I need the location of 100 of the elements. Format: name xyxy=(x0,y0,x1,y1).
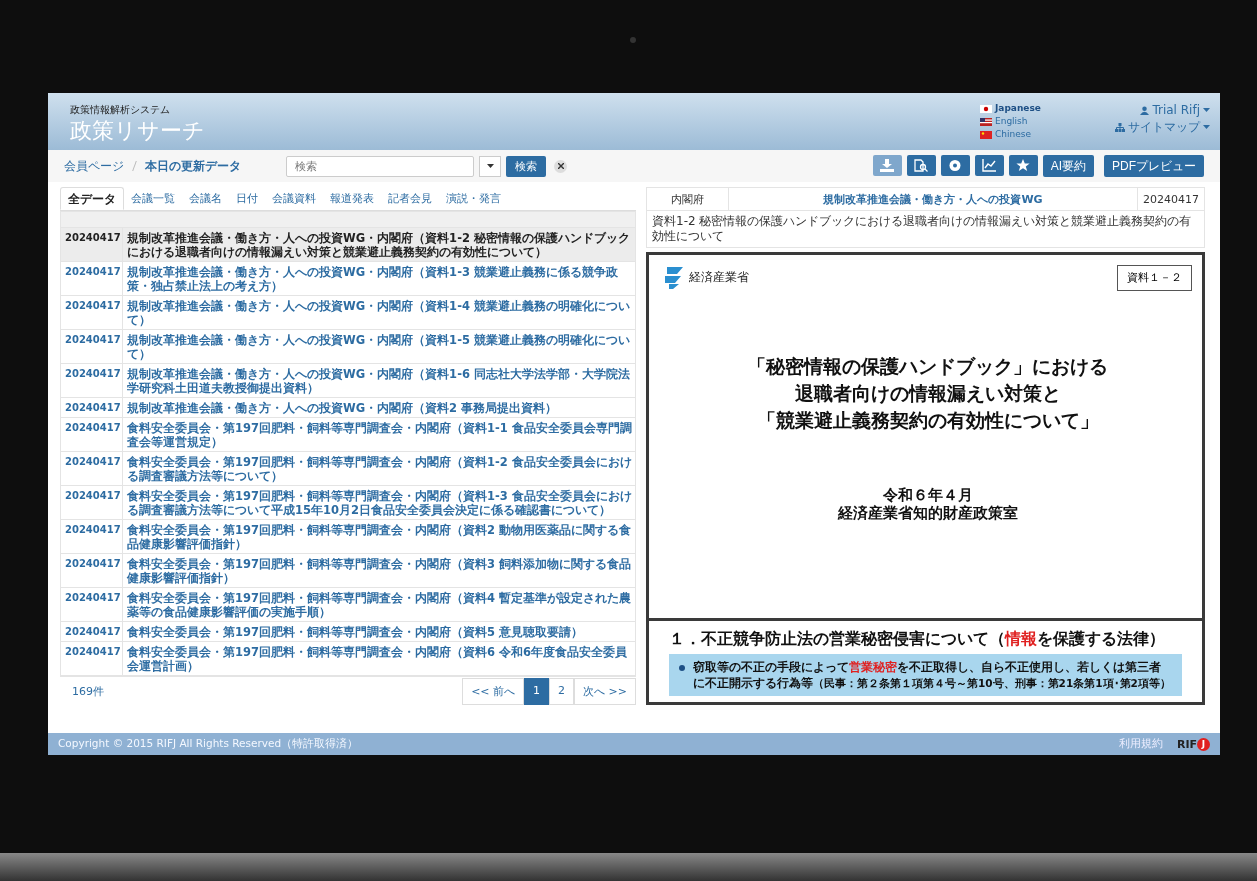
close-icon xyxy=(557,163,564,169)
breadcrumb-link[interactable]: 会員ページ xyxy=(64,157,124,175)
copyright-text: Copyright © 2015 RIFJ All Rights Reserved（特許取得済） xyxy=(58,737,359,751)
result-row[interactable]: 20240417 規制改革推進会議・働き方・人への投資WG・内閣府（資料1-5 競業避止義務の明確化について） xyxy=(61,330,635,364)
page-link[interactable]: 1 xyxy=(524,677,550,705)
date-cell: 20240417 xyxy=(61,398,123,417)
date-cell: 20240417 xyxy=(61,262,123,295)
title-cell-text: 食料安全委員会・第197回肥料・飼料等専門調査会・内閣府（資料5 意見聴取要請） xyxy=(126,624,584,641)
document-number: 資料１－２ xyxy=(1117,265,1192,291)
app-subtitle: 政策情報解析システム xyxy=(70,103,171,117)
result-row[interactable]: 20240417 食料安全委員会・第197回肥料・飼料等専門調査会・内閣府（資料1-2 食品安全委員会における調査審議方法等について） xyxy=(61,452,635,486)
language-link[interactable]: Japanese xyxy=(980,102,1115,115)
title-cell-text: 規制改革推進会議・働き方・人への投資WG・内閣府（資料1-2 秘密情報の保護ハンドブックにおける退職者向けの情報漏えい対策と競業避止義務契約の有効性について） xyxy=(126,230,631,261)
tab[interactable]: 記者会見 xyxy=(381,187,439,210)
result-row[interactable]: 20240417 規制改革推進会議・働き方・人への投資WG・内閣府（資料1-4 競業避止義務の明確化について） xyxy=(61,296,635,330)
tab[interactable]: 報道発表 xyxy=(323,187,381,210)
date-cell: 20240417 xyxy=(61,588,123,621)
title-cell-text: 食料安全委員会・第197回肥料・飼料等専門調査会・内閣府（資料1-1 食品安全委員会専門調査会等運営規定） xyxy=(126,420,633,451)
title-cell-text: 規制改革推進会議・働き方・人への投資WG・内閣府（資料2 事務局提出資料） xyxy=(126,400,559,417)
language-link[interactable]: English xyxy=(980,115,1115,128)
disc-button[interactable] xyxy=(940,155,970,176)
date-cell: 20240417 xyxy=(61,452,123,485)
title-cell-text: 食料安全委員会・第197回肥料・飼料等専門調査会・内閣府（資料1-2 食品安全委員会における調査審議方法等について） xyxy=(126,454,633,485)
result-row[interactable]: 20240417 食料安全委員会・第197回肥料・飼料等専門調査会・内閣府（資料5 意見聴取要請） xyxy=(61,622,635,642)
caret-icon xyxy=(486,163,494,169)
title-cell-text: 規制改革推進会議・働き方・人への投資WG・内閣府（資料1-4 競業避止義務の明確化について） xyxy=(126,298,631,329)
date-cell: 20240417 xyxy=(61,364,123,397)
star-icon xyxy=(1016,159,1031,172)
tab[interactable]: 会議資料 xyxy=(265,187,323,210)
title-cell-text: 規制改革推進会議・働き方・人への投資WG・内閣府（資料1-5 競業避止義務の明確化について） xyxy=(126,332,631,363)
slide-title-line: 「秘密情報の保護ハンドブック」における xyxy=(747,354,1108,379)
next-page-link[interactable]: 次へ >> xyxy=(574,677,636,705)
document-description: 資料1-2 秘密情報の保護ハンドブックにおける退職者向けの情報漏えい対策と競業避止義務契約の有効性について xyxy=(646,211,1205,248)
app-title: 政策リサーチ xyxy=(70,117,206,145)
search-dropdown-button[interactable] xyxy=(479,155,501,177)
result-row[interactable]: 20240417 食料安全委員会・第197回肥料・飼料等専門調査会・内閣府（資料1-1 食品安全委員会専門調査会等運営規定） xyxy=(61,418,635,452)
doc-search-button[interactable] xyxy=(906,155,936,176)
agency-cell: 内閣府 xyxy=(647,188,729,210)
date-cell: 20240417 xyxy=(61,642,123,675)
breadcrumb-current: 本日の更新データ xyxy=(145,157,241,175)
search-button[interactable]: 検索 xyxy=(506,155,546,177)
doc-search-icon xyxy=(914,159,929,172)
result-row[interactable]: 20240417 食料安全委員会・第197回肥料・飼料等専門調査会・内閣府（資料4 暫定基準が設定された農薬等の食品健康影響評価の実施手順） xyxy=(61,588,635,622)
language-link[interactable]: Chinese xyxy=(980,128,1115,141)
camera-icon xyxy=(630,37,636,43)
date-cell: 20240417 xyxy=(61,622,123,641)
date-cell: 20240417 xyxy=(61,554,123,587)
ministry-name: 経済産業省 xyxy=(689,268,749,286)
pdf-preview-button[interactable]: PDFプレビュー xyxy=(1104,155,1204,177)
user-menu[interactable]: Trial Rifj xyxy=(1140,103,1210,117)
clear-button[interactable] xyxy=(554,159,567,173)
ministry-logo-icon xyxy=(663,265,685,289)
result-row[interactable]: 20240417 規制改革推進会議・働き方・人への投資WG・内閣府（資料2 事務局提出資料） xyxy=(61,398,635,418)
date-cell: 20240417 xyxy=(61,228,123,261)
bullet-icon xyxy=(679,665,685,671)
caret-icon xyxy=(1203,125,1210,130)
date-cell: 20240417 xyxy=(61,330,123,363)
result-row[interactable]: 20240417 規制改革推進会議・働き方・人への投資WG・内閣府（資料1-6 同志社大学法学部・大学院法学研究科土田道夫教授御提出資料） xyxy=(61,364,635,398)
slide-heading: １．不正競争防止法の営業秘密侵害について（情報を保護する法律） xyxy=(669,629,1166,650)
slide-date: 令和６年４月 xyxy=(882,486,973,504)
tab[interactable]: 日付 xyxy=(229,187,265,210)
date-cell: 20240417 xyxy=(61,296,123,329)
user-icon xyxy=(1140,105,1150,115)
meeting-cell: 規制改革推進会議・働き方・人への投資WG xyxy=(729,188,1138,210)
slide-title-line: 「競業避止義務契約の有効性について」 xyxy=(756,408,1099,433)
result-count: 169件 xyxy=(72,683,104,699)
flag-icon xyxy=(980,104,992,113)
sitemap-menu[interactable]: サイトマップ xyxy=(1115,119,1210,136)
search-field[interactable]: 検索 xyxy=(286,155,474,177)
tab[interactable]: 会議名 xyxy=(182,187,229,210)
bullet-text: 窃取等の不正の手段によって営業秘密を不正取得し、自ら不正使用し、若しくは第三者に不正開示する行為等（民事：第２条第１項第４号～第10号、刑事：第21条第1項･第2項等） xyxy=(693,659,1172,691)
title-cell-text: 食料安全委員会・第197回肥料・飼料等専門調査会・内閣府（資料6 令和6年度食品安全委員会運営計画） xyxy=(126,644,628,675)
slide-office: 経済産業省知的財産政策室 xyxy=(837,504,1018,522)
star-button[interactable] xyxy=(1008,155,1038,176)
result-row[interactable]: 20240417 規制改革推進会議・働き方・人への投資WG・内閣府（資料1-3 競業避止義務に係る競争政策・独占禁止法上の考え方） xyxy=(61,262,635,296)
download-icon xyxy=(880,159,895,172)
date-cell: 20240417 xyxy=(61,418,123,451)
flag-icon xyxy=(980,117,992,126)
tab[interactable]: 全データ xyxy=(60,187,124,210)
footer-logo: RIF J xyxy=(1176,737,1210,751)
title-cell-text: 食料安全委員会・第197回肥料・飼料等専門調査会・内閣府（資料4 暫定基準が設定された農薬等の食品健康影響評価の実施手順） xyxy=(126,590,632,621)
date-cell: 20240417 xyxy=(61,520,123,553)
chart-button[interactable] xyxy=(974,155,1004,176)
title-cell-text: 規制改革推進会議・働き方・人への投資WG・内閣府（資料1-3 競業避止義務に係る競争政策・独占禁止法上の考え方） xyxy=(126,264,619,295)
result-row[interactable]: 20240417 食料安全委員会・第197回肥料・飼料等専門調査会・内閣府（資料2 動物用医薬品に関する食品健康影響評価指針） xyxy=(61,520,635,554)
result-row[interactable]: 20240417 食料安全委員会・第197回肥料・飼料等専門調査会・内閣府（資料6 令和6年度食品安全委員会運営計画） xyxy=(61,642,635,676)
page-link[interactable]: 2 xyxy=(549,677,575,705)
date-cell: 20240417 xyxy=(61,486,123,519)
date-cell-text: 20240417 xyxy=(1142,191,1200,208)
circle-icon xyxy=(948,159,963,172)
result-row[interactable]: 20240417 食料安全委員会・第197回肥料・飼料等専門調査会・内閣府（資料3 飼料添加物に関する食品健康影響評価指針） xyxy=(61,554,635,588)
tab[interactable]: 演説・発言 xyxy=(439,187,508,210)
sitemap-icon xyxy=(1115,123,1125,132)
result-row[interactable]: 20240417 規制改革推進会議・働き方・人への投資WG・内閣府（資料1-2 秘密情報の保護ハンドブックにおける退職者向けの情報漏えい対策と競業避止義務契約の有効性について） xyxy=(61,228,635,262)
title-cell-text: 食料安全委員会・第197回肥料・飼料等専門調査会・内閣府（資料2 動物用医薬品に関する食品健康影響評価指針） xyxy=(126,522,632,553)
ai-summary-button[interactable]: AI要約 xyxy=(1042,155,1094,177)
tab[interactable]: 会議一覧 xyxy=(124,187,182,210)
title-cell-text: 規制改革推進会議・働き方・人への投資WG・内閣府（資料1-6 同志社大学法学部・大学院法学研究科土田道夫教授御提出資料） xyxy=(126,366,631,397)
result-row[interactable]: 20240417 食料安全委員会・第197回肥料・飼料等専門調査会・内閣府（資料1-3 食品安全委員会における調査審議方法等について平成15年10月2日食品安全委員会決定に係る確認書について） xyxy=(61,486,635,520)
previous-page-link[interactable]: << 前へ xyxy=(462,677,525,705)
